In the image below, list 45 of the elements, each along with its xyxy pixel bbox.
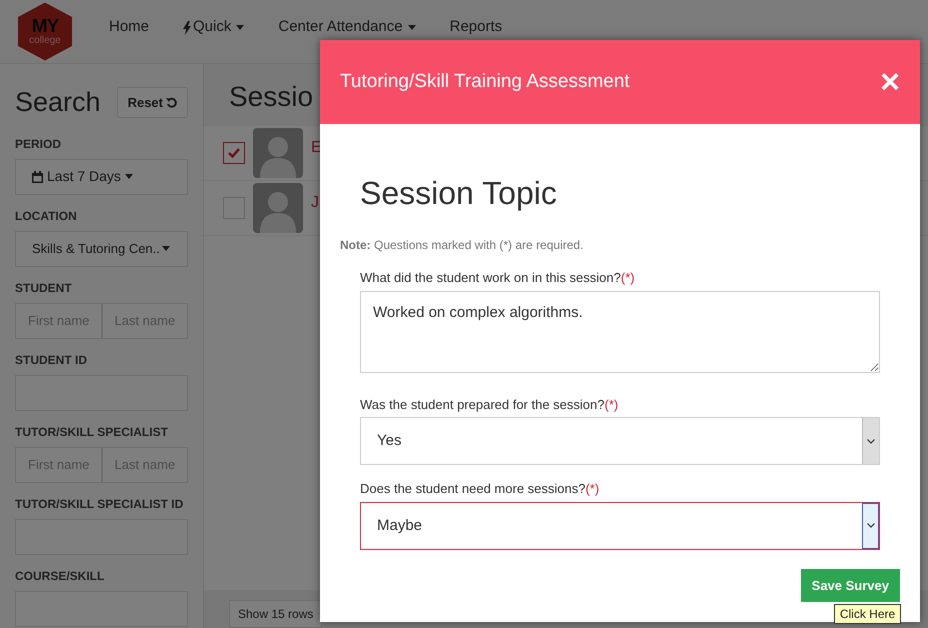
- close-button[interactable]: ×: [880, 65, 900, 99]
- nav-link[interactable]: Center Attendance: [278, 16, 416, 47]
- filter-label: TUTOR/SKILL SPECIALIST ID: [15, 496, 184, 512]
- calendar-icon: [32, 170, 43, 182]
- select-field[interactable]: Maybe: [360, 502, 880, 550]
- student-name[interactable]: J: [311, 191, 319, 215]
- sidebar-title: Search: [15, 86, 101, 119]
- filter-label: TUTOR/SKILL SPECIALIST: [15, 424, 169, 440]
- logo-text: MY: [32, 17, 58, 36]
- refresh-icon: [166, 96, 177, 108]
- question-label: Was the student prepared for the session?(*): [360, 396, 620, 414]
- rows-per-page-button[interactable]: Show 15 rows: [229, 600, 322, 628]
- filter-label: PERIOD: [15, 136, 62, 152]
- filter-label: STUDENT: [15, 280, 73, 296]
- chevron-button[interactable]: [862, 502, 879, 549]
- filter-label: LOCATION: [15, 208, 78, 224]
- logo-badge[interactable]: MY college: [18, 2, 72, 60]
- modal-title: Tutoring/Skill Training Assessment: [340, 70, 630, 94]
- lightning-icon: [183, 20, 192, 34]
- select-field[interactable]: Yes: [360, 417, 880, 466]
- save-button[interactable]: Save Survey: [800, 568, 900, 602]
- chevron-down-icon: [867, 438, 875, 444]
- question-label: Does the student need more sessions?(*): [360, 480, 600, 498]
- student-name[interactable]: E: [311, 136, 322, 160]
- nav-link[interactable]: Quick: [183, 16, 244, 47]
- location-select[interactable]: Skills & Tutoring Cen..: [15, 230, 188, 266]
- check-icon: [228, 148, 240, 158]
- answer-box[interactable]: Worked on complex algorithms.: [360, 290, 880, 373]
- tooltip: Click Here: [834, 604, 901, 624]
- caret-icon: [124, 174, 133, 179]
- question-label: What did the student work on in this session?(*): [360, 269, 636, 288]
- note-text: Note: Questions marked with (*) are required.: [340, 237, 584, 254]
- reset-button[interactable]: Reset: [116, 86, 188, 118]
- filter-label: STUDENT ID: [15, 352, 88, 368]
- page-title: Sessio: [229, 81, 314, 112]
- period-dropdown[interactable]: Last 7 Days: [15, 158, 188, 194]
- avatar-icon: [253, 183, 303, 233]
- checkbox[interactable]: [223, 142, 245, 164]
- avatar-icon: [253, 128, 303, 178]
- filter-label: COURSE/SKILL: [15, 568, 106, 584]
- nav-link[interactable]: Home: [109, 16, 150, 47]
- section-heading: Session Topic: [360, 174, 558, 212]
- chevron-down-icon: [866, 523, 874, 528]
- caret-icon: [162, 246, 170, 251]
- logo-subtext: college: [29, 36, 61, 46]
